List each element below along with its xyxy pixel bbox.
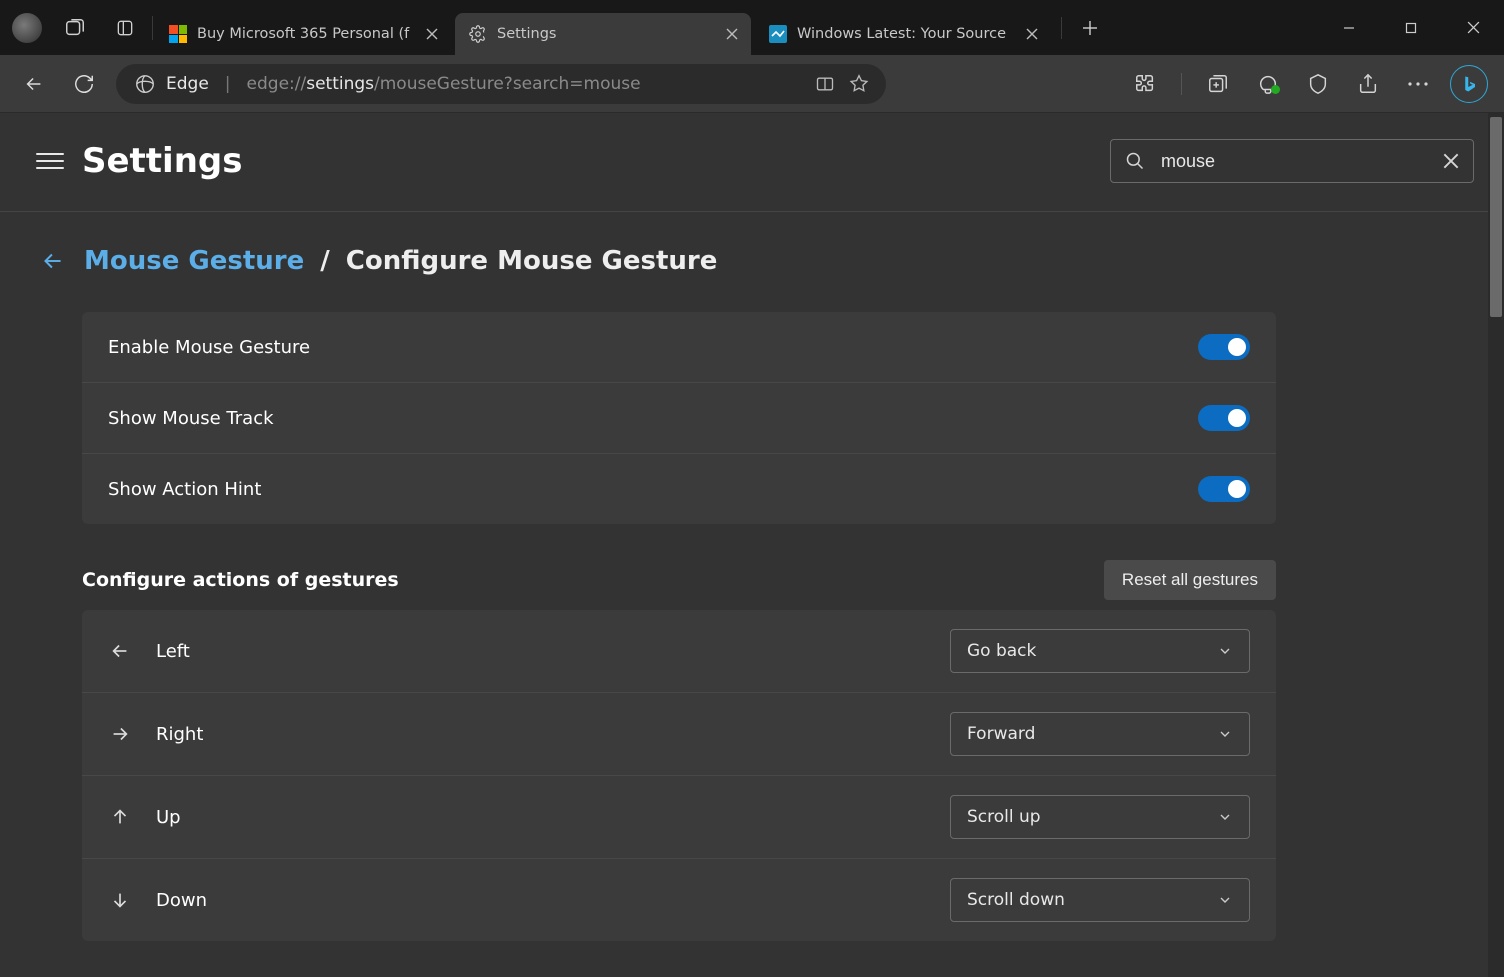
breadcrumb-back-icon[interactable] xyxy=(40,248,68,274)
new-tab-button[interactable] xyxy=(1074,12,1106,44)
toggle-label: Enable Mouse Gesture xyxy=(108,337,310,358)
back-button[interactable] xyxy=(16,66,52,102)
toggle-row-hint: Show Action Hint xyxy=(82,454,1276,524)
close-icon[interactable] xyxy=(423,25,441,43)
reset-gestures-button[interactable]: Reset all gestures xyxy=(1104,560,1276,600)
tab-label: Settings xyxy=(497,26,713,42)
tab-label: Buy Microsoft 365 Personal (f xyxy=(197,26,413,42)
titlebar: Buy Microsoft 365 Personal (f Settings W… xyxy=(0,0,1504,55)
titlebar-divider xyxy=(152,16,153,40)
chevron-down-icon xyxy=(1217,892,1233,908)
window-controls xyxy=(1318,0,1504,55)
page-title: Settings xyxy=(82,141,243,181)
actions-section-header: Configure actions of gestures Reset all … xyxy=(82,560,1276,610)
arrow-up-icon xyxy=(108,806,132,828)
arrow-left-icon xyxy=(108,640,132,662)
gesture-label: Right xyxy=(156,724,203,745)
tab-separator xyxy=(1061,17,1062,39)
bing-chat-icon[interactable] xyxy=(1450,65,1488,103)
scrollbar[interactable] xyxy=(1488,113,1504,977)
close-icon[interactable] xyxy=(723,25,741,43)
breadcrumb-parent[interactable]: Mouse Gesture xyxy=(84,246,304,276)
arrow-right-icon xyxy=(108,723,132,745)
performance-icon[interactable] xyxy=(1250,66,1286,102)
toggle-row-enable: Enable Mouse Gesture xyxy=(82,312,1276,383)
gesture-action-select[interactable]: Forward xyxy=(950,712,1250,756)
settings-search[interactable] xyxy=(1110,139,1474,183)
gesture-label: Left xyxy=(156,641,190,662)
more-icon[interactable] xyxy=(1400,66,1436,102)
menu-icon[interactable] xyxy=(36,147,64,175)
gesture-row-left: Left Go back xyxy=(82,610,1276,693)
toggle-switch[interactable] xyxy=(1198,476,1250,502)
breadcrumb: Mouse Gesture / Configure Mouse Gesture xyxy=(40,246,1276,276)
tab-windowslatest[interactable]: Windows Latest: Your Source xyxy=(755,13,1051,55)
toggle-label: Show Mouse Track xyxy=(108,408,274,429)
gear-icon xyxy=(469,25,487,43)
breadcrumb-current: Configure Mouse Gesture xyxy=(346,246,718,276)
tab-settings[interactable]: Settings xyxy=(455,13,751,55)
tab-label: Windows Latest: Your Source xyxy=(797,26,1013,42)
gestures-panel: Left Go back Right Forward xyxy=(82,610,1276,941)
clear-search-icon[interactable] xyxy=(1443,153,1459,169)
chevron-down-icon xyxy=(1217,809,1233,825)
extensions-icon[interactable] xyxy=(1127,66,1163,102)
minimize-button[interactable] xyxy=(1318,0,1380,55)
microsoft-logo-icon xyxy=(169,25,187,43)
gesture-label: Down xyxy=(156,890,207,911)
toggle-row-track: Show Mouse Track xyxy=(82,383,1276,454)
toggles-panel: Enable Mouse Gesture Show Mouse Track Sh… xyxy=(82,312,1276,524)
profile-avatar[interactable] xyxy=(12,13,42,43)
settings-page: Mouse Gesture / Configure Mouse Gesture … xyxy=(0,212,1320,941)
window-close-button[interactable] xyxy=(1442,0,1504,55)
gesture-action-select[interactable]: Scroll down xyxy=(950,878,1250,922)
gesture-action-select[interactable]: Go back xyxy=(950,629,1250,673)
gesture-row-right: Right Forward xyxy=(82,693,1276,776)
url-text: edge://settings/mouseGesture?search=mous… xyxy=(247,74,808,94)
split-screen-icon[interactable] xyxy=(808,67,842,101)
maximize-button[interactable] xyxy=(1380,0,1442,55)
tab-strip: Buy Microsoft 365 Personal (f Settings W… xyxy=(155,0,1318,55)
share-icon[interactable] xyxy=(1350,66,1386,102)
tab-actions-icon[interactable] xyxy=(114,17,136,39)
gesture-row-down: Down Scroll down xyxy=(82,859,1276,941)
favorite-icon[interactable] xyxy=(842,67,876,101)
settings-header: Settings xyxy=(0,113,1504,212)
browser-essentials-icon[interactable] xyxy=(1300,66,1336,102)
gesture-row-up: Up Scroll up xyxy=(82,776,1276,859)
workspaces-icon[interactable] xyxy=(64,17,86,39)
chevron-down-icon xyxy=(1217,643,1233,659)
arrow-down-icon xyxy=(108,889,132,911)
scrollbar-thumb[interactable] xyxy=(1490,117,1502,317)
toggle-switch[interactable] xyxy=(1198,334,1250,360)
settings-content: Settings Mouse Gesture / Configure Mouse… xyxy=(0,113,1504,977)
search-input[interactable] xyxy=(1161,151,1427,172)
address-bar[interactable]: Edge | edge://settings/mouseGesture?sear… xyxy=(116,64,886,104)
chevron-down-icon xyxy=(1217,726,1233,742)
tab-ms365[interactable]: Buy Microsoft 365 Personal (f xyxy=(155,13,451,55)
toggle-label: Show Action Hint xyxy=(108,479,261,500)
close-icon[interactable] xyxy=(1023,25,1041,43)
refresh-button[interactable] xyxy=(66,66,102,102)
edge-icon xyxy=(134,73,156,95)
search-icon xyxy=(1125,151,1145,171)
site-identity: Edge xyxy=(166,74,209,94)
collections-icon[interactable] xyxy=(1200,66,1236,102)
browser-toolbar: Edge | edge://settings/mouseGesture?sear… xyxy=(0,55,1504,113)
toggle-switch[interactable] xyxy=(1198,405,1250,431)
toolbar-separator xyxy=(1181,73,1182,95)
site-favicon-icon xyxy=(769,25,787,43)
gesture-action-select[interactable]: Scroll up xyxy=(950,795,1250,839)
gesture-label: Up xyxy=(156,807,181,828)
section-title: Configure actions of gestures xyxy=(82,569,399,591)
